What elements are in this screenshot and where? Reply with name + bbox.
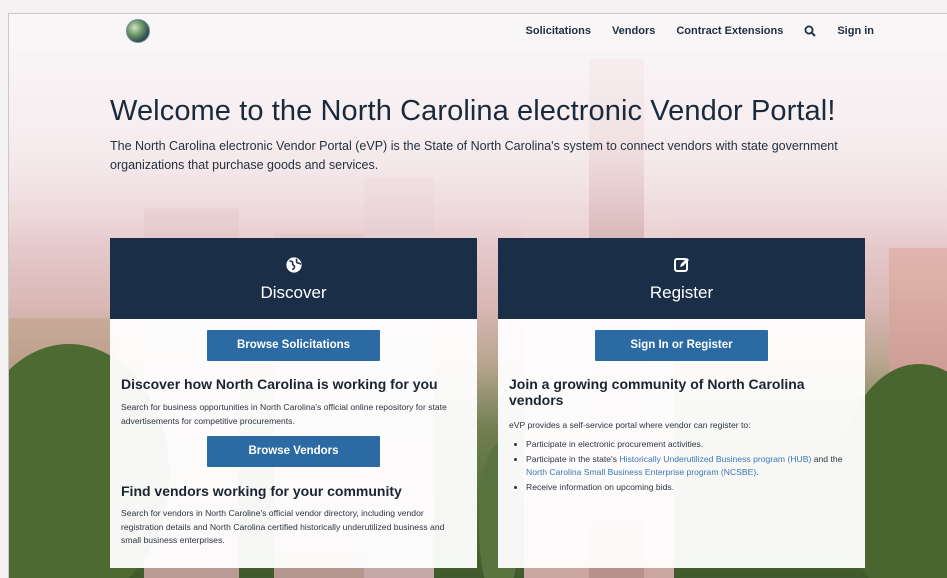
list-item: Participate in electronic procurement ac…: [526, 438, 856, 452]
nav-sign-in[interactable]: Sign in: [837, 25, 874, 37]
nav-links: Solicitations Vendors Contract Extension…: [526, 25, 874, 37]
discover-heading: Discover how North Carolina is working f…: [121, 376, 438, 392]
discover-card: Discover Browse Solicitations Discover h…: [110, 238, 477, 568]
discover-card-title: Discover: [260, 283, 327, 302]
top-navigation: Solicitations Vendors Contract Extension…: [9, 14, 947, 50]
site-logo[interactable]: [126, 19, 150, 43]
browse-solicitations-button[interactable]: Browse Solicitations: [207, 330, 380, 361]
hub-program-link[interactable]: Historically Underutilized Business prog…: [619, 454, 811, 464]
register-card: Register Sign In or Register Join a grow…: [498, 238, 865, 568]
register-card-header: Register: [498, 238, 865, 319]
find-vendors-text: Search for vendors in North Caroline's o…: [121, 508, 445, 545]
join-community-heading: Join a growing community of North Caroli…: [509, 376, 805, 408]
register-card-title: Register: [649, 283, 714, 302]
search-icon[interactable]: [804, 25, 817, 37]
find-vendors-heading: Find vendors working for your community: [121, 483, 402, 499]
register-benefits-list: Participate in electronic procurement ac…: [510, 438, 856, 495]
globe-icon: [110, 238, 477, 276]
sign-in-or-register-button[interactable]: Sign In or Register: [595, 330, 768, 361]
nav-contract-extensions[interactable]: Contract Extensions: [676, 25, 783, 37]
register-intro: eVP provides a self-service portal where…: [509, 420, 751, 430]
discover-text: Search for business opportunities in Nor…: [121, 402, 447, 426]
discover-card-header: Discover: [110, 238, 477, 319]
page-description: The North Carolina electronic Vendor Por…: [110, 139, 838, 172]
nav-solicitations[interactable]: Solicitations: [526, 25, 591, 37]
list-item: Receive information on upcoming bids.: [526, 481, 856, 495]
page-title: Welcome to the North Carolina electronic…: [110, 95, 836, 127]
ncsbe-program-link[interactable]: North Carolina Small Business Enterprise…: [526, 467, 756, 477]
edit-icon: [498, 238, 865, 276]
page-frame: Solicitations Vendors Contract Extension…: [8, 13, 947, 578]
browse-vendors-button[interactable]: Browse Vendors: [207, 436, 380, 467]
nav-vendors[interactable]: Vendors: [612, 25, 655, 37]
list-item: Participate in the state's Historically …: [526, 453, 856, 480]
